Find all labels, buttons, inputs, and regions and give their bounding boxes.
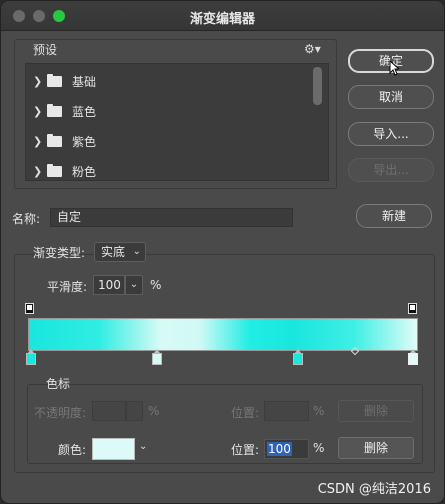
color-position-value: 100 <box>267 442 292 456</box>
folder-icon <box>47 133 62 147</box>
chevron-down-icon: ⌄ <box>132 246 141 257</box>
name-label: 名称: <box>12 212 41 226</box>
export-button[interactable]: 导出... <box>348 158 434 182</box>
import-button[interactable]: 导入... <box>348 122 434 146</box>
color-stops-title: 色标 <box>46 377 71 391</box>
opacity-dropdown[interactable] <box>126 401 143 421</box>
chevron-right-icon[interactable]: ❯ <box>33 165 43 178</box>
smoothness-dropdown[interactable]: ⌄ <box>125 275 143 295</box>
opacity-delete-button[interactable]: 删除 <box>338 400 414 422</box>
color-position-unit: % <box>313 441 325 455</box>
folder-icon <box>47 163 62 177</box>
chevron-down-icon[interactable]: ⌄ <box>139 441 147 452</box>
opacity-unit: % <box>148 404 160 418</box>
opacity-stop-right[interactable] <box>408 303 417 314</box>
cancel-button[interactable]: 取消 <box>348 85 434 109</box>
opacity-label: 不透明度: <box>34 406 87 420</box>
preset-folder-pink[interactable]: ❯ 粉色 <box>33 161 96 181</box>
chevron-right-icon[interactable]: ❯ <box>33 75 43 88</box>
preset-folder-purple[interactable]: ❯ 紫色 <box>33 131 96 151</box>
opacity-position-unit: % <box>313 404 325 418</box>
opacity-position-label: 位置: <box>231 406 260 420</box>
color-swatch[interactable] <box>92 438 135 460</box>
mouse-cursor-icon <box>389 60 399 76</box>
new-button[interactable]: 新建 <box>356 204 432 228</box>
gradient-type-value: 实底 <box>101 245 126 259</box>
color-stop-3[interactable] <box>293 349 303 365</box>
opacity-position-input[interactable] <box>264 401 309 421</box>
color-stop-1[interactable] <box>26 349 36 365</box>
smoothness-input[interactable]: 100 <box>93 275 125 295</box>
window-title: 渐变编辑器 <box>189 12 255 27</box>
folder-label: 粉色 <box>72 164 97 179</box>
chevron-right-icon[interactable]: ❯ <box>33 135 43 148</box>
opacity-input[interactable] <box>92 401 126 421</box>
gradient-type-select[interactable]: 实底 ⌄ <box>94 242 146 262</box>
folder-label: 蓝色 <box>72 104 97 119</box>
folder-label: 基础 <box>72 74 97 89</box>
opacity-stop-left[interactable] <box>25 303 34 314</box>
folder-label: 紫色 <box>72 134 97 149</box>
color-label: 颜色: <box>58 443 87 457</box>
name-input[interactable]: 自定 <box>50 208 293 227</box>
smoothness-unit: % <box>150 278 162 292</box>
gear-icon[interactable]: ⚙▾ <box>304 42 321 56</box>
preset-folder-blue[interactable]: ❯ 蓝色 <box>33 101 96 121</box>
color-position-label: 位置: <box>231 443 260 457</box>
smoothness-label: 平滑度: <box>47 280 88 294</box>
chevron-down-icon: ⌄ <box>129 279 139 290</box>
color-delete-button[interactable]: 删除 <box>338 437 414 459</box>
color-position-input[interactable]: 100 <box>264 439 309 459</box>
folder-icon <box>47 73 62 87</box>
gradient-preview-bar[interactable] <box>28 318 418 351</box>
gradient-type-label: 渐变类型: <box>33 246 86 260</box>
watermark: CSDN @纯洁2016 <box>317 482 431 497</box>
chevron-right-icon[interactable]: ❯ <box>33 105 43 118</box>
title-bar: 渐变编辑器 <box>1 1 444 31</box>
color-stop-selected[interactable] <box>408 349 418 365</box>
color-stop-2[interactable] <box>152 349 162 365</box>
preset-folder-basic[interactable]: ❯ 基础 <box>33 71 96 91</box>
gradient-editor-window: 渐变编辑器 预设 ⚙▾ ❯ 基础 ❯ 蓝色 ❯ 紫色 ❯ 粉色 确定 取消 导入… <box>0 0 445 504</box>
folder-icon <box>47 103 62 117</box>
preset-list-scrollbar[interactable] <box>313 67 322 105</box>
presets-title: 预设 <box>33 43 58 57</box>
